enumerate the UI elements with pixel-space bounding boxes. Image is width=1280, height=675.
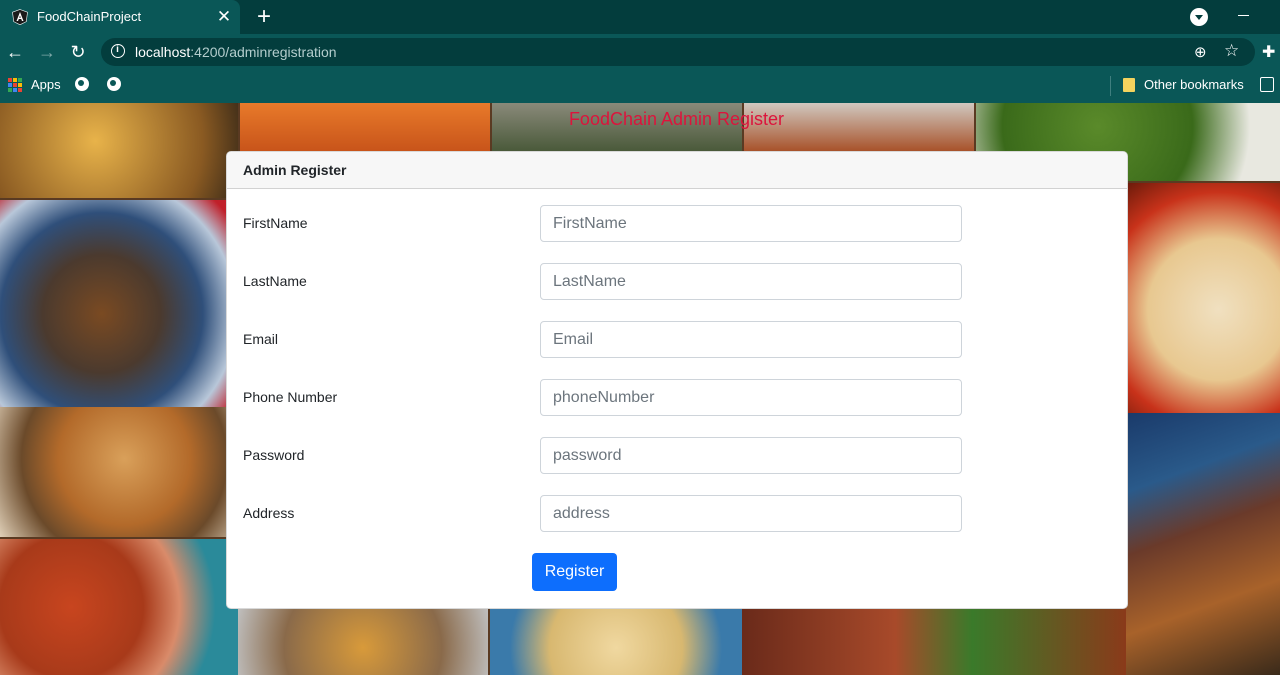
firstname-label: FirstName: [243, 215, 308, 231]
address-bar[interactable]: localhost:4200/adminregistration ⊕ ☆: [101, 38, 1255, 66]
minimize-icon[interactable]: [1238, 15, 1249, 16]
phone-input[interactable]: [540, 379, 962, 416]
extensions-icon[interactable]: ✚: [1262, 42, 1275, 62]
close-tab-icon[interactable]: ✕: [214, 7, 234, 27]
page-background: FoodChain Admin Register Admin Register …: [0, 103, 1280, 675]
email-label: Email: [243, 331, 279, 347]
bookmark-star-icon[interactable]: ☆: [1224, 41, 1239, 61]
card-header: Admin Register: [227, 152, 1127, 189]
food-photo: [238, 607, 488, 675]
tab-strip: FoodChainProject ✕ +: [0, 0, 1280, 34]
url-text[interactable]: localhost:4200/adminregistration: [135, 44, 337, 60]
email-input[interactable]: [540, 321, 962, 358]
food-photo: [1126, 413, 1280, 675]
globe-icon[interactable]: [75, 77, 89, 91]
bookmarks-divider: [1110, 76, 1111, 96]
browser-toolbar: ← → ↻ localhost:4200/adminregistration ⊕…: [0, 34, 1280, 70]
form-row-firstname: FirstName: [227, 205, 1127, 243]
back-icon[interactable]: ←: [4, 41, 26, 63]
lastname-label: LastName: [243, 273, 307, 289]
browser-tab[interactable]: FoodChainProject ✕: [0, 0, 240, 34]
food-photo: [0, 539, 238, 675]
address-label: Address: [243, 505, 295, 521]
new-tab-icon[interactable]: +: [252, 4, 276, 30]
bookmarks-bar: Apps Other bookmarks: [0, 70, 1280, 104]
reload-icon[interactable]: ↻: [67, 41, 89, 63]
zoom-icon[interactable]: ⊕: [1194, 43, 1207, 61]
address-input[interactable]: [540, 495, 962, 532]
lastname-input[interactable]: [540, 263, 962, 300]
form-row-address: Address: [227, 495, 1127, 533]
form-row-phone: Phone Number: [227, 379, 1127, 417]
food-photo: [1126, 183, 1280, 413]
food-photo: [490, 607, 742, 675]
card-title: Admin Register: [243, 162, 347, 178]
page-title: FoodChain Admin Register: [568, 109, 785, 129]
globe-icon[interactable]: [107, 77, 121, 91]
admin-register-card: Admin Register FirstName LastName Email …: [226, 151, 1128, 609]
tab-title: FoodChainProject: [37, 9, 142, 24]
form-row-email: Email: [227, 321, 1127, 359]
form-row-lastname: LastName: [227, 263, 1127, 301]
password-input[interactable]: [540, 437, 962, 474]
food-photo: [0, 200, 226, 407]
reading-list-icon[interactable]: [1260, 77, 1274, 92]
forward-icon[interactable]: →: [36, 41, 58, 63]
folder-icon[interactable]: [1123, 78, 1135, 92]
phone-label: Phone Number: [243, 389, 338, 405]
apps-grid-icon: [8, 78, 22, 92]
food-photo: [742, 607, 1126, 675]
apps-label: Apps: [31, 77, 61, 92]
food-photo: [0, 407, 226, 537]
firstname-input[interactable]: [540, 205, 962, 242]
password-label: Password: [243, 447, 305, 463]
form-row-password: Password: [227, 437, 1127, 475]
tab-search-icon[interactable]: [1190, 8, 1208, 26]
angular-logo-icon: [12, 9, 28, 25]
other-bookmarks[interactable]: Other bookmarks: [1144, 77, 1244, 92]
site-info-icon[interactable]: [111, 44, 125, 58]
register-button[interactable]: Register: [532, 553, 617, 591]
